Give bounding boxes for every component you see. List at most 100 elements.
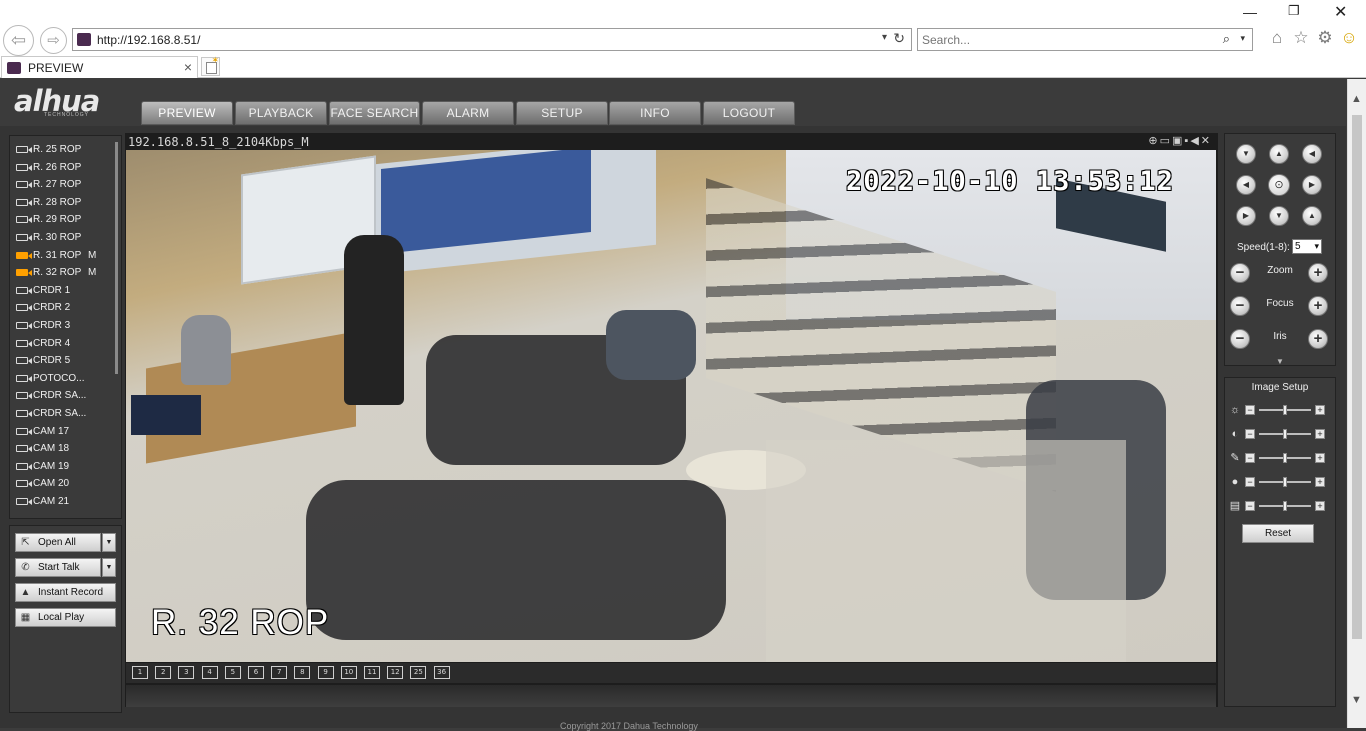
decrease-button[interactable]: − [1245,501,1255,511]
setting-slider[interactable] [1259,501,1311,511]
home-icon[interactable]: ⌂ [1267,28,1287,48]
camera-list-scrollbar[interactable] [115,142,118,374]
ptz-3d-locate-icon[interactable]: ⊙ [1268,174,1290,196]
camera-item[interactable]: CAM 20 [10,475,116,493]
camera-item[interactable]: CAM 18 [10,440,116,458]
layout-button[interactable]: 2 [155,666,172,679]
scroll-down-icon[interactable]: ▼ [1351,694,1362,706]
camera-item[interactable]: CRDR 5 [10,352,116,370]
ptz-down-icon[interactable]: ▼ [1269,206,1289,226]
menu-tab-playback[interactable]: PLAYBACK [235,101,327,125]
increase-button[interactable]: + [1315,477,1325,487]
camera-item[interactable]: POTOCO... [10,370,116,388]
layout-button[interactable]: 3 [178,666,195,679]
camera-item[interactable]: CAM 17 [10,423,116,441]
layout-button[interactable]: 9 [317,666,334,679]
address-dropdown-icon[interactable]: ▾ [882,32,887,43]
setting-slider[interactable] [1259,453,1311,463]
search-dropdown-icon[interactable]: ▾ [1240,33,1245,44]
layout-button[interactable]: 7 [271,666,288,679]
scroll-up-icon[interactable]: ▲ [1351,93,1362,105]
increase-button[interactable]: + [1315,453,1325,463]
settings-gear-icon[interactable]: ⚙ [1315,28,1335,48]
camera-item[interactable]: CRDR 3 [10,317,116,335]
page-scrollbar[interactable]: ▲ ▼ [1347,79,1366,728]
browser-search[interactable]: ⌕ ▾ [917,28,1253,51]
zoom-in-button[interactable]: + [1308,263,1328,283]
setting-slider[interactable] [1259,405,1311,415]
menu-tab-info[interactable]: INFO [609,101,701,125]
open-all-button[interactable]: ⇱ Open All [15,533,101,552]
scroll-thumb[interactable] [1352,115,1362,639]
forward-button[interactable]: ⇨ [40,27,67,54]
setting-slider[interactable] [1259,477,1311,487]
menu-tab-logout[interactable]: LOGOUT [703,101,795,125]
iris-open-button[interactable]: + [1308,329,1328,349]
ptz-down-right-icon[interactable]: ▲ [1302,206,1322,226]
start-talk-dropdown-button[interactable]: ▼ [102,558,116,577]
window-restore-button[interactable]: ❐ [1288,3,1300,19]
layout-button[interactable]: 10 [340,666,357,679]
local-play-button[interactable]: ▦ Local Play [15,608,116,627]
slider-thumb[interactable] [1283,477,1287,487]
smiley-feedback-icon[interactable]: ☺ [1339,28,1359,48]
camera-item[interactable]: CRDR SA... [10,387,116,405]
decrease-button[interactable]: − [1245,453,1255,463]
camera-item[interactable]: CAM 19 [10,458,116,476]
layout-button[interactable]: 1 [132,666,148,679]
layout-button[interactable]: 12 [387,666,404,679]
iris-close-button[interactable]: − [1230,329,1250,349]
slider-thumb[interactable] [1283,501,1287,511]
window-close-button[interactable]: ✕ [1334,2,1347,22]
search-icon[interactable]: ⌕ [1223,31,1230,47]
menu-tab-alarm[interactable]: ALARM [422,101,514,125]
ptz-up-icon[interactable]: ▲ [1269,144,1289,164]
camera-item[interactable]: R. 25 ROP [10,141,116,159]
browser-tab-preview[interactable]: PREVIEW × [1,56,198,78]
start-talk-button[interactable]: ✆ Start Talk [15,558,101,577]
ptz-left-icon[interactable]: ◀ [1236,175,1256,195]
close-video-icon[interactable]: ✕ [1201,135,1212,147]
focus-far-button[interactable]: + [1308,296,1328,316]
slider-thumb[interactable] [1283,429,1287,439]
camera-item[interactable]: CRDR SA... [10,405,116,423]
menu-tab-face-search[interactable]: FACE SEARCH [329,101,420,125]
image-reset-button[interactable]: Reset [1242,524,1314,543]
menu-tab-preview[interactable]: PREVIEW [141,101,233,125]
ptz-down-left-icon[interactable]: ▼ [1236,144,1256,164]
layout-button[interactable]: 8 [294,666,311,679]
camera-item[interactable]: R. 27 ROP [10,176,116,194]
tab-close-icon[interactable]: × [184,59,192,75]
layout-button[interactable]: 4 [201,666,218,679]
increase-button[interactable]: + [1315,405,1325,415]
new-tab-button[interactable] [201,55,220,76]
menu-tab-setup[interactable]: SETUP [516,101,608,125]
digital-zoom-icon[interactable]: ⊕ [1148,135,1159,147]
layout-button[interactable]: 36 [433,666,450,679]
layout-button[interactable]: 6 [248,666,264,679]
increase-button[interactable]: + [1315,501,1325,511]
live-video-feed[interactable]: 2022-10-10 13:53:12 R. 32 ROP [126,150,1216,662]
favorites-star-icon[interactable]: ☆ [1291,28,1311,48]
open-all-dropdown-button[interactable]: ▼ [102,533,116,552]
layout-button[interactable]: 25 [410,666,427,679]
ptz-up-right-icon[interactable]: ◀ [1302,144,1322,164]
layout-button[interactable]: 11 [364,666,380,679]
ptz-speed-select[interactable]: 5 [1292,239,1322,254]
refresh-icon[interactable]: ↻ [893,30,905,47]
layout-button[interactable]: 5 [224,666,241,679]
camera-item[interactable]: R. 29 ROP [10,211,116,229]
camera-item[interactable]: CRDR 4 [10,335,116,353]
zoom-out-button[interactable]: − [1230,263,1250,283]
increase-button[interactable]: + [1315,429,1325,439]
camera-item[interactable]: R. 32 ROP M [10,264,116,282]
camera-item[interactable]: CAM 21 [10,493,116,511]
ptz-collapse-icon[interactable]: ▼ [1225,358,1335,366]
window-switch-icon[interactable]: ▭ [1160,135,1172,147]
search-input[interactable] [922,32,1202,47]
window-minimize-button[interactable]: — [1243,4,1257,20]
camera-item[interactable]: CRDR 2 [10,299,116,317]
back-button[interactable]: ⇦ [3,25,34,56]
camera-item[interactable]: CRDR 1 [10,282,116,300]
setting-slider[interactable] [1259,429,1311,439]
